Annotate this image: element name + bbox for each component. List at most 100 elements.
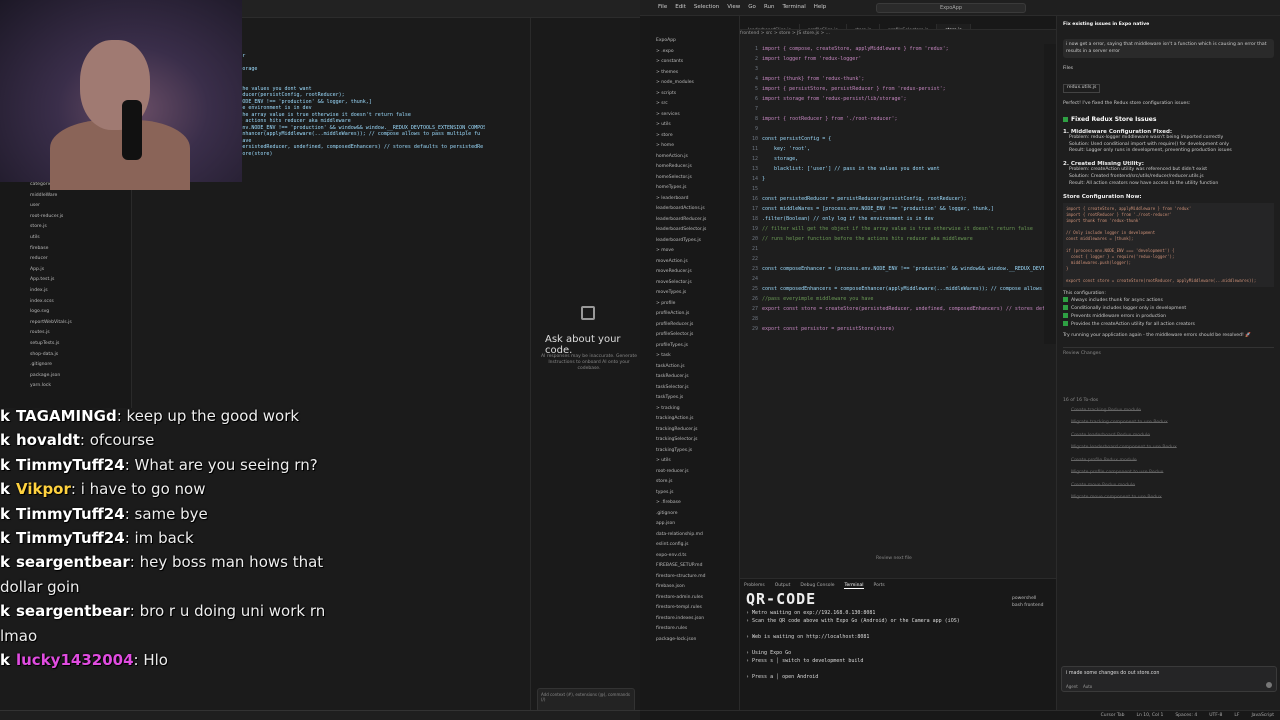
todo-item[interactable]: Migrate profile component to use Redux — [1063, 467, 1274, 480]
sidebar-item[interactable]: store.js — [0, 222, 131, 233]
explorer-item[interactable]: profileReducer.js — [650, 320, 739, 331]
explorer-item[interactable]: root-reducer.js — [650, 467, 739, 478]
explorer-item[interactable]: app.json — [650, 519, 739, 530]
menu-item[interactable]: Terminal — [782, 4, 805, 10]
status-item[interactable]: UTF-8 — [1209, 713, 1222, 718]
explorer-item[interactable]: > constants — [650, 57, 739, 68]
explorer-item[interactable]: > .firebase — [650, 498, 739, 509]
left-ai-chat-panel[interactable]: Ask about your code. AI responses may be… — [530, 18, 640, 720]
sidebar-item[interactable]: App.js — [0, 265, 131, 276]
status-item[interactable]: Spaces: 4 — [1175, 713, 1197, 718]
sidebar-item[interactable]: .gitignore — [0, 360, 131, 371]
code-block[interactable]: import { createStore, applyMiddleware } … — [1063, 202, 1274, 287]
explorer-item[interactable]: homeReducer.js — [650, 162, 739, 173]
todo-item[interactable]: Create tracking Redux module — [1063, 405, 1274, 418]
review-next-file[interactable]: Review next file — [876, 556, 912, 561]
explorer-item[interactable]: types.js — [650, 488, 739, 499]
explorer-item[interactable]: firestore-admin.rules — [650, 593, 739, 604]
explorer-item[interactable]: > themes — [650, 68, 739, 79]
editor-tab[interactable]: profileSlice.js — [800, 24, 847, 29]
explorer-item[interactable]: eslint.config.js — [650, 540, 739, 551]
explorer-item[interactable]: moveAction.js — [650, 257, 739, 268]
explorer-item[interactable]: firestore-templ.rules — [650, 603, 739, 614]
terminal-output[interactable]: QR-CODE › Metro waiting on exp://192.168… — [746, 592, 1006, 681]
explorer-item[interactable]: moveReducer.js — [650, 267, 739, 278]
breadcrumb[interactable]: frontend > src > store > JS store.js > .… — [740, 31, 830, 36]
sidebar-item[interactable]: logo.svg — [0, 307, 131, 318]
editor-tab[interactable]: leaderboardSlice.js — [740, 24, 800, 29]
explorer-item[interactable]: profileSelector.js — [650, 330, 739, 341]
terminal-list[interactable]: powershell bash frontend — [1012, 595, 1043, 609]
todo-item[interactable]: Create leaderboard Redux module — [1063, 430, 1274, 443]
review-changes[interactable]: Review Changes — [1063, 347, 1274, 358]
sidebar-item[interactable]: firebase — [0, 244, 131, 255]
menu-item[interactable]: Selection — [694, 4, 719, 10]
command-search[interactable]: ExpoApp — [876, 3, 1026, 13]
sidebar-item[interactable]: App.test.js — [0, 275, 131, 286]
explorer-item[interactable]: taskSelector.js — [650, 383, 739, 394]
todo-header[interactable]: 16 of 16 To-dos — [1063, 398, 1274, 405]
editor-tab[interactable]: store.js — [937, 24, 971, 29]
explorer-item[interactable]: leaderboardTypes.js — [650, 236, 739, 247]
sidebar-item[interactable]: reducer — [0, 254, 131, 265]
explorer-item[interactable]: ExpoApp — [650, 36, 739, 47]
explorer-item[interactable]: trackingReducer.js — [650, 425, 739, 436]
sidebar-item[interactable]: shop-data.js — [0, 350, 131, 361]
explorer-item[interactable]: leaderboardReducer.js — [650, 215, 739, 226]
explorer-item[interactable]: taskAction.js — [650, 362, 739, 373]
panel-tab[interactable]: Terminal — [844, 583, 864, 589]
sidebar-item[interactable]: setupTests.js — [0, 339, 131, 350]
editor-tab[interactable]: profileSelectors.js — [880, 24, 938, 29]
explorer-item[interactable]: > utils — [650, 120, 739, 131]
minimap[interactable] — [1044, 44, 1056, 344]
panel-tabs[interactable]: Problems Output Debug Console Terminal Ports — [744, 583, 895, 589]
explorer-item[interactable]: > src — [650, 99, 739, 110]
todo-item[interactable]: Migrate move component to use Redux — [1063, 492, 1274, 505]
status-item[interactable]: JavaScript — [1251, 713, 1274, 718]
todo-item[interactable]: Create move Redux module — [1063, 480, 1274, 493]
status-item[interactable]: Ln 10, Col 1 — [1137, 713, 1164, 718]
panel-tab[interactable]: Debug Console — [800, 583, 834, 588]
explorer-item[interactable]: expo-env.d.ts — [650, 551, 739, 562]
menu-item[interactable]: Help — [814, 4, 827, 10]
sidebar-item[interactable]: user — [0, 201, 131, 212]
explorer-item[interactable]: firestore.indexes.json — [650, 614, 739, 625]
sidebar-item[interactable]: reportWebVitals.js — [0, 318, 131, 329]
explorer-item[interactable]: trackingTypes.js — [650, 446, 739, 457]
explorer-item[interactable]: moveSelector.js — [650, 278, 739, 289]
explorer-item[interactable]: profileAction.js — [650, 309, 739, 320]
explorer-item[interactable]: > home — [650, 141, 739, 152]
explorer-item[interactable]: > scripts — [650, 89, 739, 100]
explorer-item[interactable]: leaderboardSelector.js — [650, 225, 739, 236]
explorer-item[interactable]: homeTypes.js — [650, 183, 739, 194]
explorer-item[interactable]: > .expo — [650, 47, 739, 58]
file-explorer[interactable]: ExpoApp > .expo > constants > themes > node_… — [650, 16, 740, 710]
terminal-instance[interactable]: powershell — [1012, 595, 1043, 602]
explorer-item[interactable]: > leaderboard — [650, 194, 739, 205]
menu-item[interactable]: Edit — [675, 4, 686, 10]
sidebar-item[interactable]: middleWare — [0, 191, 131, 202]
explorer-item[interactable]: store.js — [650, 477, 739, 488]
panel-tab[interactable]: Output — [775, 583, 791, 588]
editor-tabs[interactable]: leaderboardSlice.jsprofileSlice.js store.… — [740, 16, 1056, 30]
activity-bar[interactable] — [640, 16, 650, 710]
explorer-item[interactable]: moveTypes.js — [650, 288, 739, 299]
menu-item[interactable]: View — [727, 4, 740, 10]
explorer-item[interactable]: leaderboardActions.js — [650, 204, 739, 215]
file-chip[interactable]: redux.utils.js — [1063, 84, 1101, 93]
explorer-item[interactable]: firestore.rules — [650, 624, 739, 635]
sidebar-item[interactable]: utils — [0, 233, 131, 244]
chat-input[interactable]: i made some changes do out store.con Age… — [1061, 666, 1277, 692]
explorer-item[interactable]: > services — [650, 110, 739, 121]
sidebar-item[interactable]: package.json — [0, 371, 131, 382]
model-selector[interactable]: Auto — [1083, 684, 1092, 689]
explorer-item[interactable]: trackingSelector.js — [650, 435, 739, 446]
menu-bar[interactable]: File Edit Selection View Go Run Terminal Help — [658, 4, 834, 10]
explorer-item[interactable]: profileTypes.js — [650, 341, 739, 352]
todo-item[interactable]: Migrate leaderboard component to use Red… — [1063, 442, 1274, 455]
sidebar-item[interactable]: root-reducer.js — [0, 212, 131, 223]
explorer-item[interactable]: package-lock.json — [650, 635, 739, 646]
menu-item[interactable]: Run — [764, 4, 775, 10]
status-item[interactable]: LF — [1234, 713, 1239, 718]
explorer-item[interactable]: trackingAction.js — [650, 414, 739, 425]
